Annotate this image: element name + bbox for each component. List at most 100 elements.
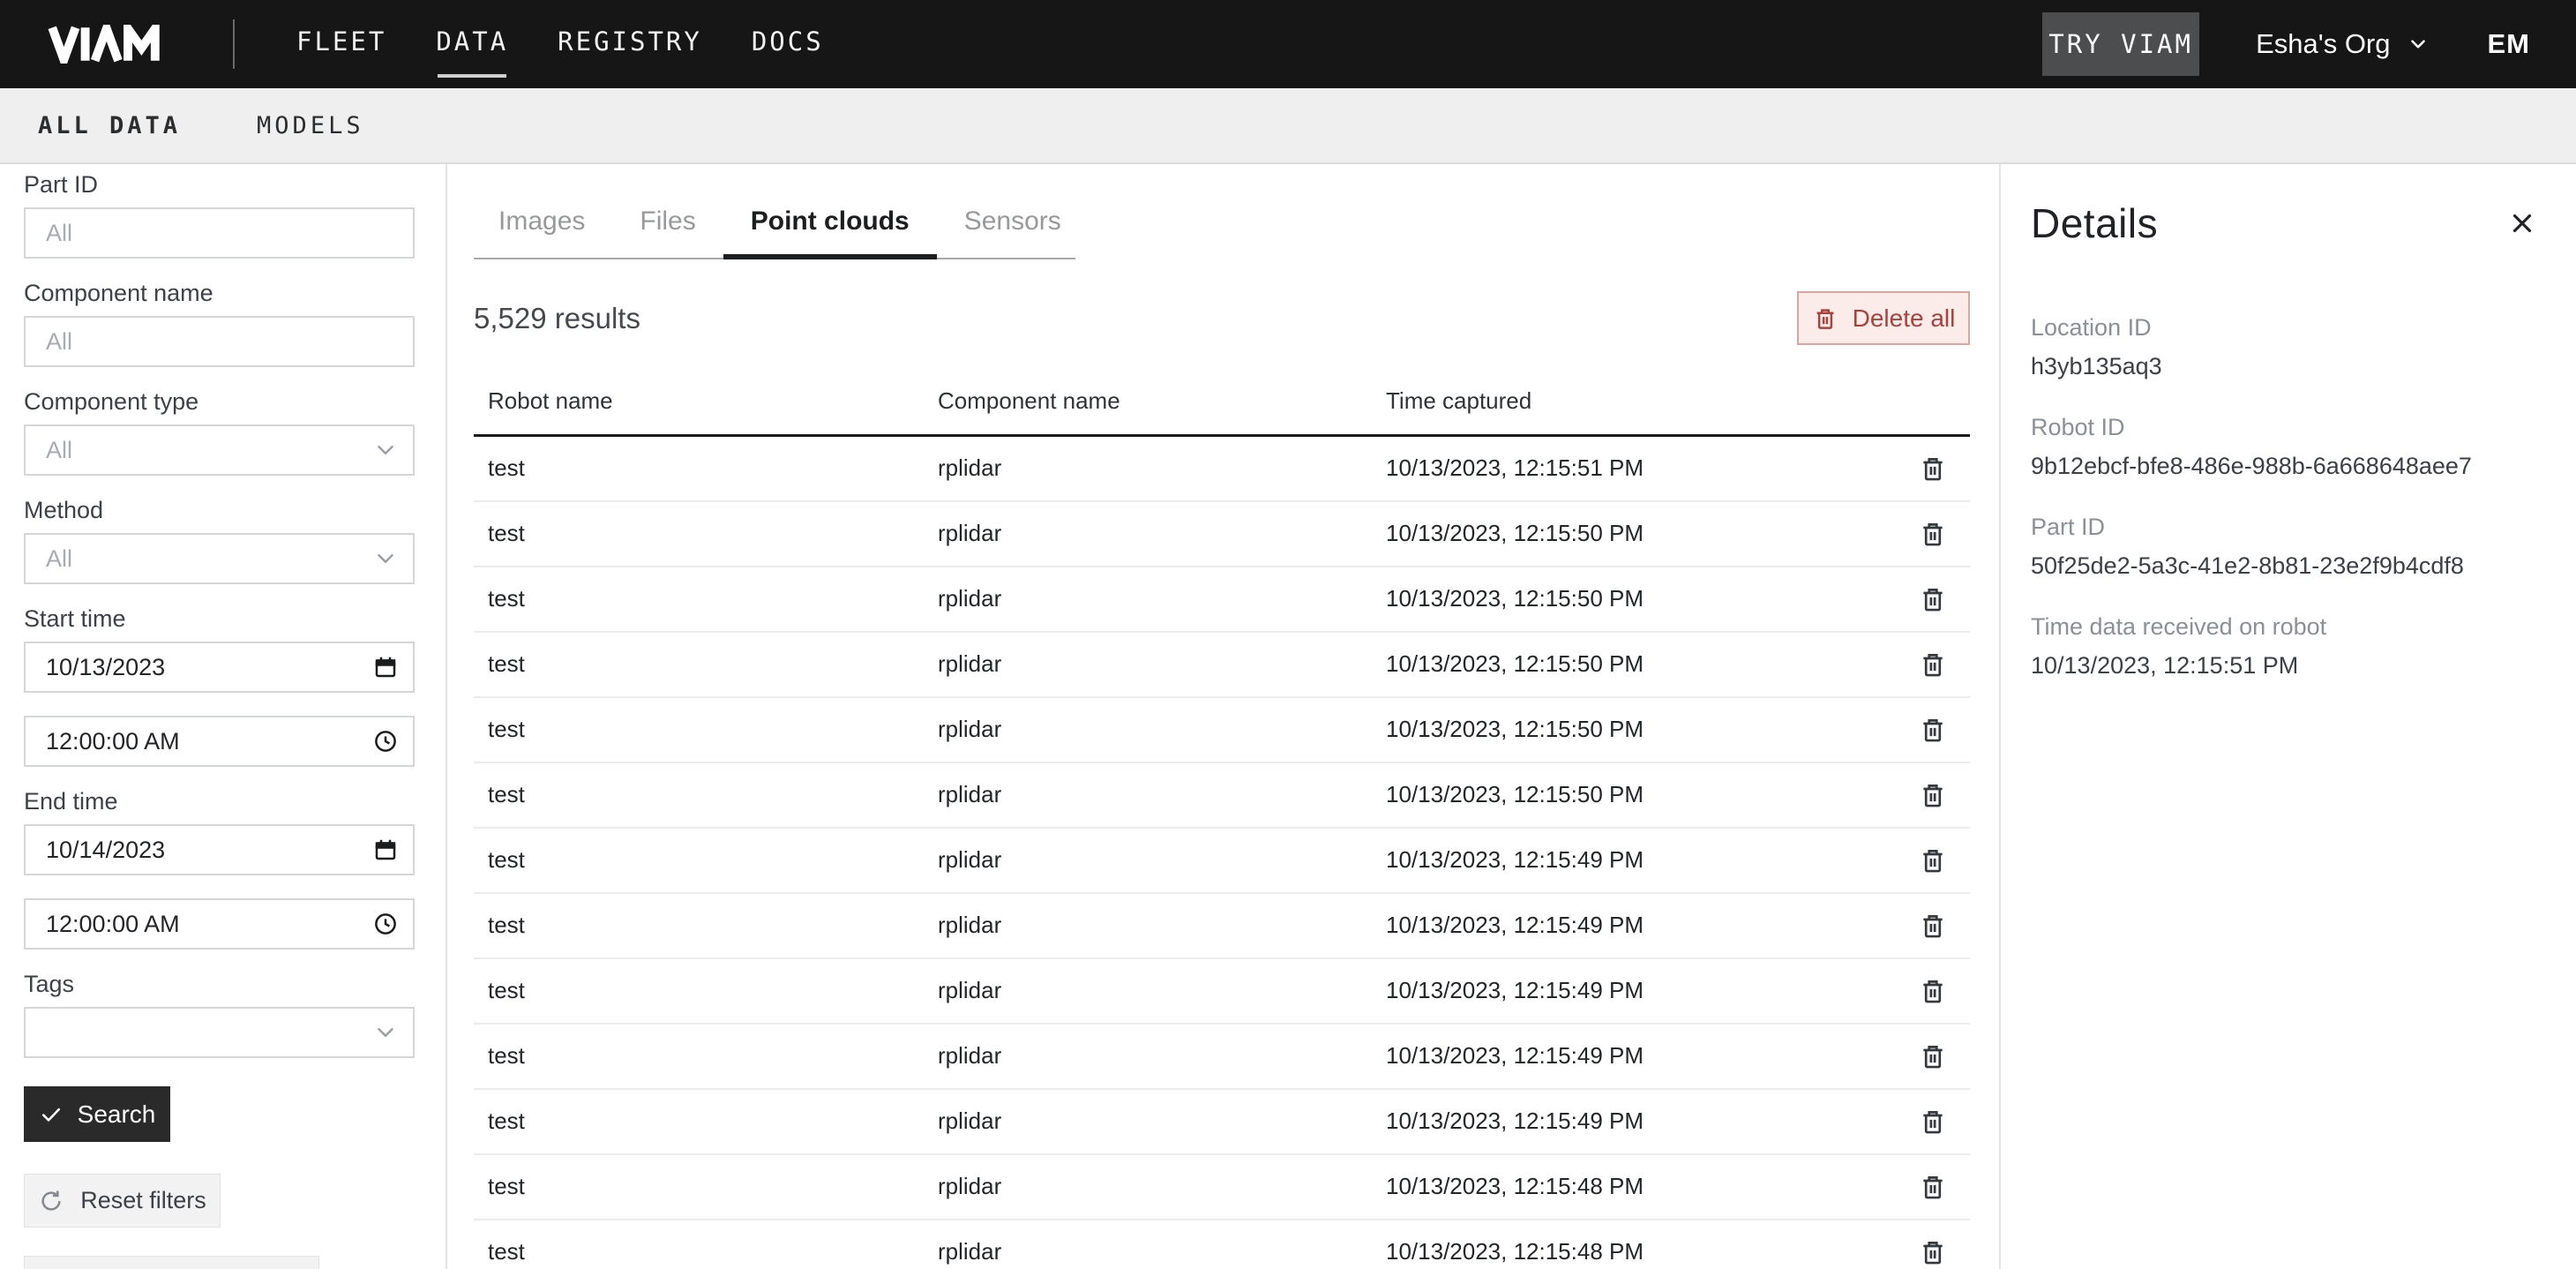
trash-icon	[1812, 305, 1838, 332]
component-name-cell: rplidar	[924, 958, 1372, 1024]
tab-models[interactable]: MODELS	[257, 112, 364, 139]
search-button-label: Search	[78, 1100, 156, 1129]
pointcloud-table: Robot name Component name Time captured …	[474, 372, 1970, 1269]
robot-name-cell: test	[474, 567, 924, 632]
robot-name-cell: test	[474, 1024, 924, 1089]
chevron-down-icon	[372, 1019, 399, 1046]
robot-name-cell: test	[474, 632, 924, 697]
component-name-cell: rplidar	[924, 1154, 1372, 1220]
table-row[interactable]: test rplidar 10/13/2023, 12:15:50 PM	[474, 762, 1970, 828]
nav-item-registry[interactable]: REGISTRY	[558, 26, 702, 62]
trash-icon	[1918, 911, 1948, 941]
method-select[interactable]: All	[24, 533, 415, 584]
results-count: 5,529 results	[474, 302, 640, 335]
details-field-part-id: Part ID 50f25de2-5a3c-41e2-8b81-23e2f9b4…	[2031, 514, 2541, 580]
row-delete-button[interactable]	[1913, 840, 1953, 881]
org-label: Esha's Org	[2256, 28, 2390, 60]
clock-icon[interactable]	[372, 911, 399, 937]
table-row[interactable]: test rplidar 10/13/2023, 12:15:49 PM	[474, 1024, 1970, 1089]
reset-filters-button[interactable]: Reset filters	[24, 1174, 221, 1228]
calendar-icon[interactable]	[372, 837, 399, 863]
table-row[interactable]: test rplidar 10/13/2023, 12:15:51 PM	[474, 436, 1970, 501]
chevron-down-icon	[372, 545, 399, 572]
close-details-button[interactable]	[2504, 205, 2541, 242]
end-time-label: End time	[24, 788, 413, 815]
table-row[interactable]: test rplidar 10/13/2023, 12:15:49 PM	[474, 1089, 1970, 1154]
time-captured-cell: 10/13/2023, 12:15:50 PM	[1372, 501, 1882, 567]
tab-files[interactable]: Files	[612, 206, 723, 258]
tags-select[interactable]	[24, 1007, 415, 1058]
tab-point-clouds[interactable]: Point clouds	[723, 206, 937, 258]
component-name-cell: rplidar	[924, 501, 1372, 567]
table-row[interactable]: test rplidar 10/13/2023, 12:15:49 PM	[474, 958, 1970, 1024]
copy-export-command-button[interactable]: Copy export command	[24, 1256, 319, 1269]
table-row[interactable]: test rplidar 10/13/2023, 12:15:50 PM	[474, 501, 1970, 567]
details-field-location-id: Location ID h3yb135aq3	[2031, 314, 2541, 380]
end-clock-input[interactable]	[24, 898, 415, 950]
row-delete-button[interactable]	[1913, 1036, 1953, 1077]
table-row[interactable]: test rplidar 10/13/2023, 12:15:48 PM	[474, 1154, 1970, 1220]
time-captured-cell: 10/13/2023, 12:15:50 PM	[1372, 697, 1882, 762]
row-delete-button[interactable]	[1913, 775, 1953, 815]
clock-icon[interactable]	[372, 728, 399, 755]
table-row[interactable]: test rplidar 10/13/2023, 12:15:50 PM	[474, 697, 1970, 762]
robot-name-cell: test	[474, 958, 924, 1024]
delete-all-label: Delete all	[1853, 304, 1956, 333]
topnav-menu: FLEET DATA REGISTRY DOCS	[296, 26, 824, 62]
search-button[interactable]: Search	[24, 1086, 170, 1142]
time-captured-cell: 10/13/2023, 12:15:48 PM	[1372, 1154, 1882, 1220]
component-name-cell: rplidar	[924, 1089, 1372, 1154]
row-delete-button[interactable]	[1913, 448, 1953, 489]
row-delete-button[interactable]	[1913, 644, 1953, 685]
trash-icon	[1918, 519, 1948, 549]
nav-item-data[interactable]: DATA	[436, 26, 508, 62]
field-value: 50f25de2-5a3c-41e2-8b81-23e2f9b4cdf8	[2031, 552, 2541, 580]
tab-all-data[interactable]: ALL DATA	[38, 112, 181, 139]
table-row[interactable]: test rplidar 10/13/2023, 12:15:50 PM	[474, 632, 1970, 697]
row-delete-button[interactable]	[1913, 514, 1953, 554]
reset-filters-label: Reset filters	[80, 1187, 206, 1214]
col-header-robot-name: Robot name	[474, 372, 924, 436]
table-row[interactable]: test rplidar 10/13/2023, 12:15:50 PM	[474, 567, 1970, 632]
avatar[interactable]: EM	[2488, 28, 2531, 60]
tab-images[interactable]: Images	[474, 206, 612, 258]
component-name-cell: rplidar	[924, 893, 1372, 958]
trash-icon	[1918, 715, 1948, 745]
try-viam-button[interactable]: TRY VIAM	[2042, 12, 2199, 76]
part-id-input[interactable]	[24, 207, 415, 259]
calendar-icon[interactable]	[372, 654, 399, 680]
data-type-tabs: Images Files Point clouds Sensors	[474, 206, 1075, 259]
details-field-time-received: Time data received on robot 10/13/2023, …	[2031, 613, 2541, 680]
refresh-icon	[38, 1188, 64, 1214]
table-row[interactable]: test rplidar 10/13/2023, 12:15:49 PM	[474, 893, 1970, 958]
topnav-divider	[233, 19, 235, 69]
nav-item-docs[interactable]: DOCS	[752, 26, 824, 62]
table-row[interactable]: test rplidar 10/13/2023, 12:15:49 PM	[474, 828, 1970, 893]
nav-item-fleet[interactable]: FLEET	[296, 26, 386, 62]
row-delete-button[interactable]	[1913, 1101, 1953, 1142]
tab-sensors[interactable]: Sensors	[937, 206, 1089, 258]
component-type-select[interactable]: All	[24, 424, 415, 476]
org-menu[interactable]: Esha's Org	[2256, 28, 2429, 60]
time-captured-cell: 10/13/2023, 12:15:49 PM	[1372, 958, 1882, 1024]
col-header-component-name: Component name	[924, 372, 1372, 436]
field-value: h3yb135aq3	[2031, 353, 2541, 380]
row-delete-button[interactable]	[1913, 710, 1953, 750]
main-content: Images Files Point clouds Sensors 5,529 …	[447, 164, 1999, 1269]
start-clock-input[interactable]	[24, 716, 415, 767]
chevron-down-icon	[2407, 33, 2430, 56]
row-delete-button[interactable]	[1913, 905, 1953, 946]
robot-name-cell: test	[474, 697, 924, 762]
start-date-input[interactable]	[24, 642, 415, 693]
row-delete-button[interactable]	[1913, 1232, 1953, 1269]
trash-icon	[1918, 976, 1948, 1006]
row-delete-button[interactable]	[1913, 971, 1953, 1011]
row-delete-button[interactable]	[1913, 1167, 1953, 1207]
row-delete-button[interactable]	[1913, 579, 1953, 619]
table-row[interactable]: test rplidar 10/13/2023, 12:15:48 PM	[474, 1220, 1970, 1269]
delete-all-button[interactable]: Delete all	[1797, 291, 1970, 345]
component-name-input[interactable]	[24, 316, 415, 367]
end-date-input[interactable]	[24, 824, 415, 875]
robot-name-cell: test	[474, 1089, 924, 1154]
time-captured-cell: 10/13/2023, 12:15:50 PM	[1372, 762, 1882, 828]
